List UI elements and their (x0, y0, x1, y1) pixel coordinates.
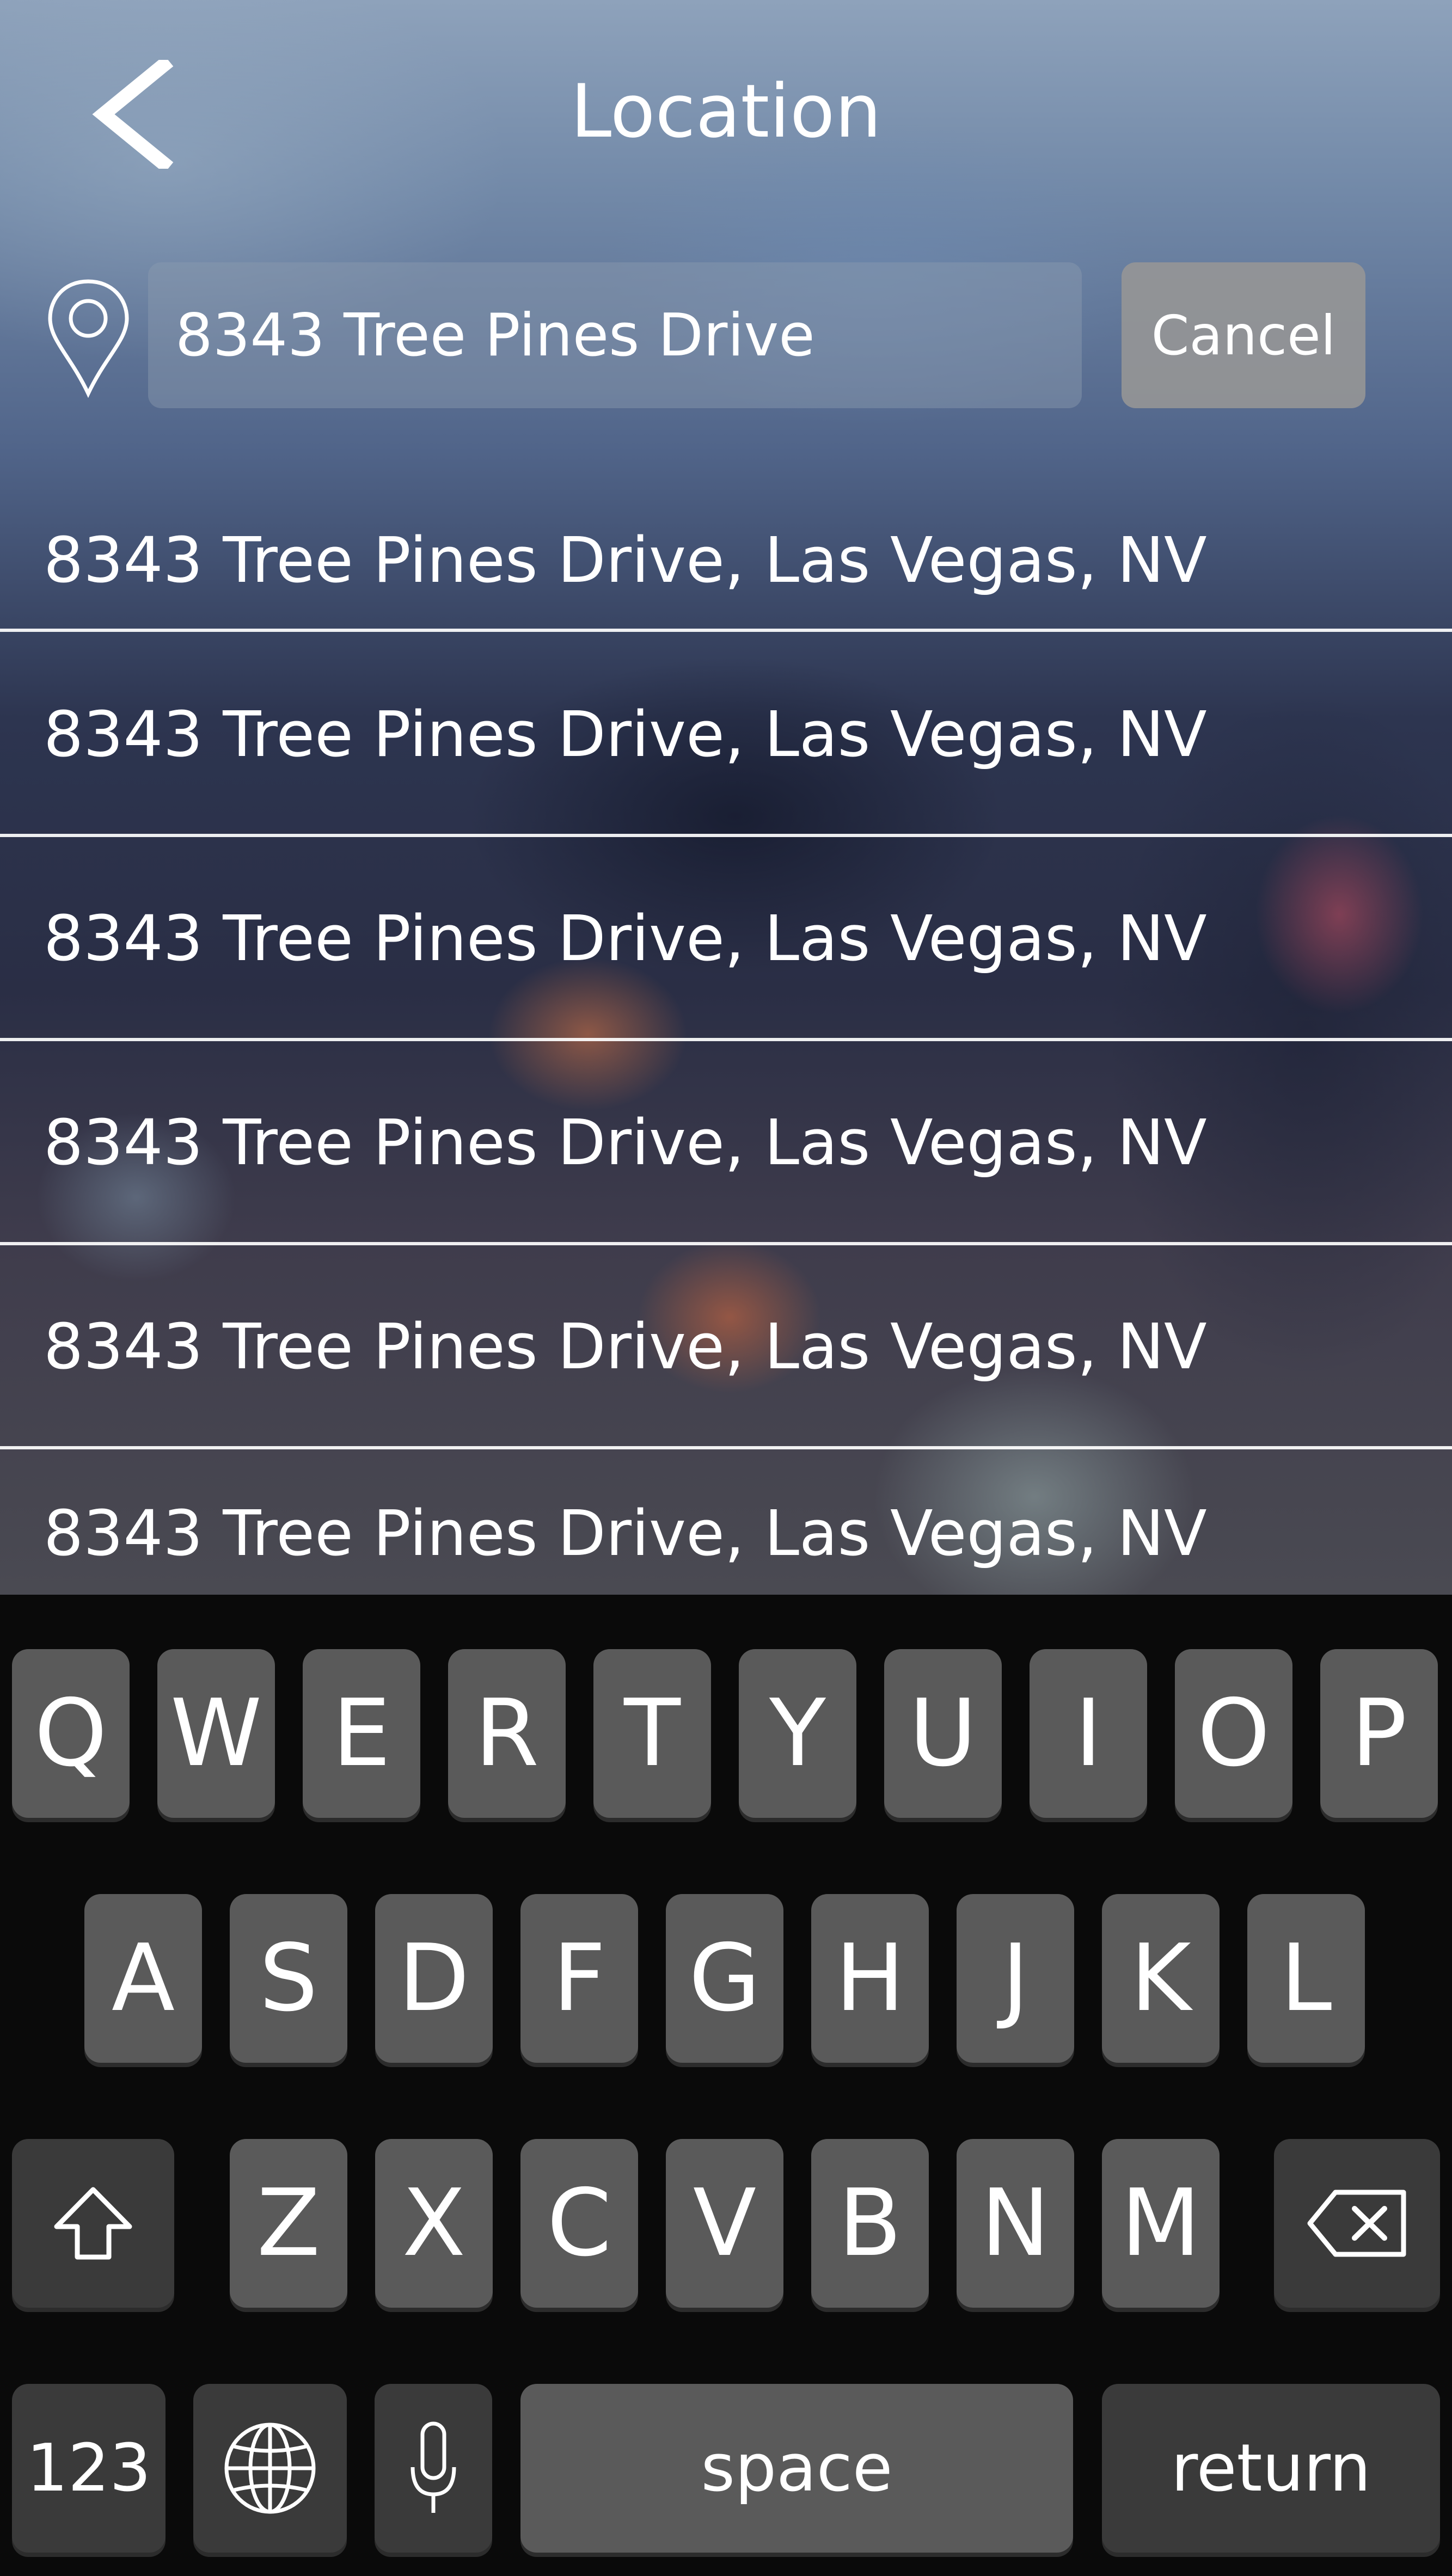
list-item[interactable]: 8343 Tree Pines Drive, Las Vegas, NV (0, 1450, 1452, 1616)
key-g[interactable]: G (666, 1894, 783, 2063)
list-item[interactable]: 8343 Tree Pines Drive, Las Vegas, NV (0, 1042, 1452, 1244)
key-t[interactable]: T (593, 1649, 711, 1818)
key-o[interactable]: O (1175, 1649, 1292, 1818)
location-pin-icon (44, 275, 133, 400)
space-key[interactable]: space (520, 2384, 1073, 2553)
key-z[interactable]: Z (230, 2139, 347, 2308)
list-item[interactable]: 8343 Tree Pines Drive, Las Vegas, NV (0, 634, 1452, 835)
divider (0, 1446, 1452, 1449)
list-item-label: 8343 Tree Pines Drive, Las Vegas, NV (44, 524, 1207, 597)
divider (0, 1038, 1452, 1041)
key-v[interactable]: V (666, 2139, 783, 2308)
list-item[interactable]: 8343 Tree Pines Drive, Las Vegas, NV (0, 838, 1452, 1040)
key-l[interactable]: L (1247, 1894, 1365, 2063)
key-p[interactable]: P (1320, 1649, 1438, 1818)
divider (0, 834, 1452, 837)
list-item[interactable]: 8343 Tree Pines Drive, Las Vegas, NV (0, 1246, 1452, 1448)
numbers-key[interactable]: 123 (12, 2384, 166, 2553)
on-screen-keyboard: Q W E R T Y U I O P A S D F G H J K L Z … (0, 1595, 1452, 2576)
shift-arrow-icon (54, 2187, 132, 2260)
key-q[interactable]: Q (12, 1649, 130, 1818)
list-item-label: 8343 Tree Pines Drive, Las Vegas, NV (44, 902, 1207, 975)
key-u[interactable]: U (884, 1649, 1002, 1818)
microphone-key[interactable] (375, 2384, 492, 2553)
key-k[interactable]: K (1102, 1894, 1220, 2063)
location-screen: Location Cancel 8343 Tree Pines Drive, L… (0, 0, 1452, 2576)
list-item[interactable]: 8343 Tree Pines Drive, Las Vegas, NV (0, 506, 1452, 615)
cancel-button[interactable]: Cancel (1122, 262, 1365, 408)
key-s[interactable]: S (230, 1894, 347, 2063)
key-h[interactable]: H (811, 1894, 929, 2063)
key-f[interactable]: F (520, 1894, 638, 2063)
microphone-icon (411, 2421, 456, 2513)
key-r[interactable]: R (448, 1649, 566, 1818)
page-title: Location (571, 69, 881, 154)
delete-key[interactable] (1274, 2139, 1440, 2308)
divider (0, 629, 1452, 632)
shift-key[interactable] (12, 2139, 174, 2308)
divider (0, 1242, 1452, 1245)
backspace-icon (1307, 2190, 1406, 2257)
key-c[interactable]: C (520, 2139, 638, 2308)
list-item-label: 8343 Tree Pines Drive, Las Vegas, NV (44, 1106, 1207, 1179)
key-x[interactable]: X (375, 2139, 493, 2308)
list-item-label: 8343 Tree Pines Drive, Las Vegas, NV (44, 698, 1207, 771)
key-b[interactable]: B (811, 2139, 929, 2308)
list-item-label: 8343 Tree Pines Drive, Las Vegas, NV (44, 1311, 1207, 1384)
list-item-label: 8343 Tree Pines Drive, Las Vegas, NV (44, 1497, 1207, 1570)
globe-key[interactable] (193, 2384, 347, 2553)
return-key[interactable]: return (1102, 2384, 1440, 2553)
key-j[interactable]: J (957, 1894, 1074, 2063)
key-e[interactable]: E (303, 1649, 420, 1818)
key-a[interactable]: A (84, 1894, 202, 2063)
key-w[interactable]: W (157, 1649, 275, 1818)
key-d[interactable]: D (375, 1894, 493, 2063)
key-n[interactable]: N (957, 2139, 1074, 2308)
key-m[interactable]: M (1102, 2139, 1220, 2308)
location-search-input[interactable] (148, 262, 1082, 408)
globe-icon (224, 2423, 316, 2514)
key-i[interactable]: I (1030, 1649, 1147, 1818)
key-y[interactable]: Y (739, 1649, 856, 1818)
